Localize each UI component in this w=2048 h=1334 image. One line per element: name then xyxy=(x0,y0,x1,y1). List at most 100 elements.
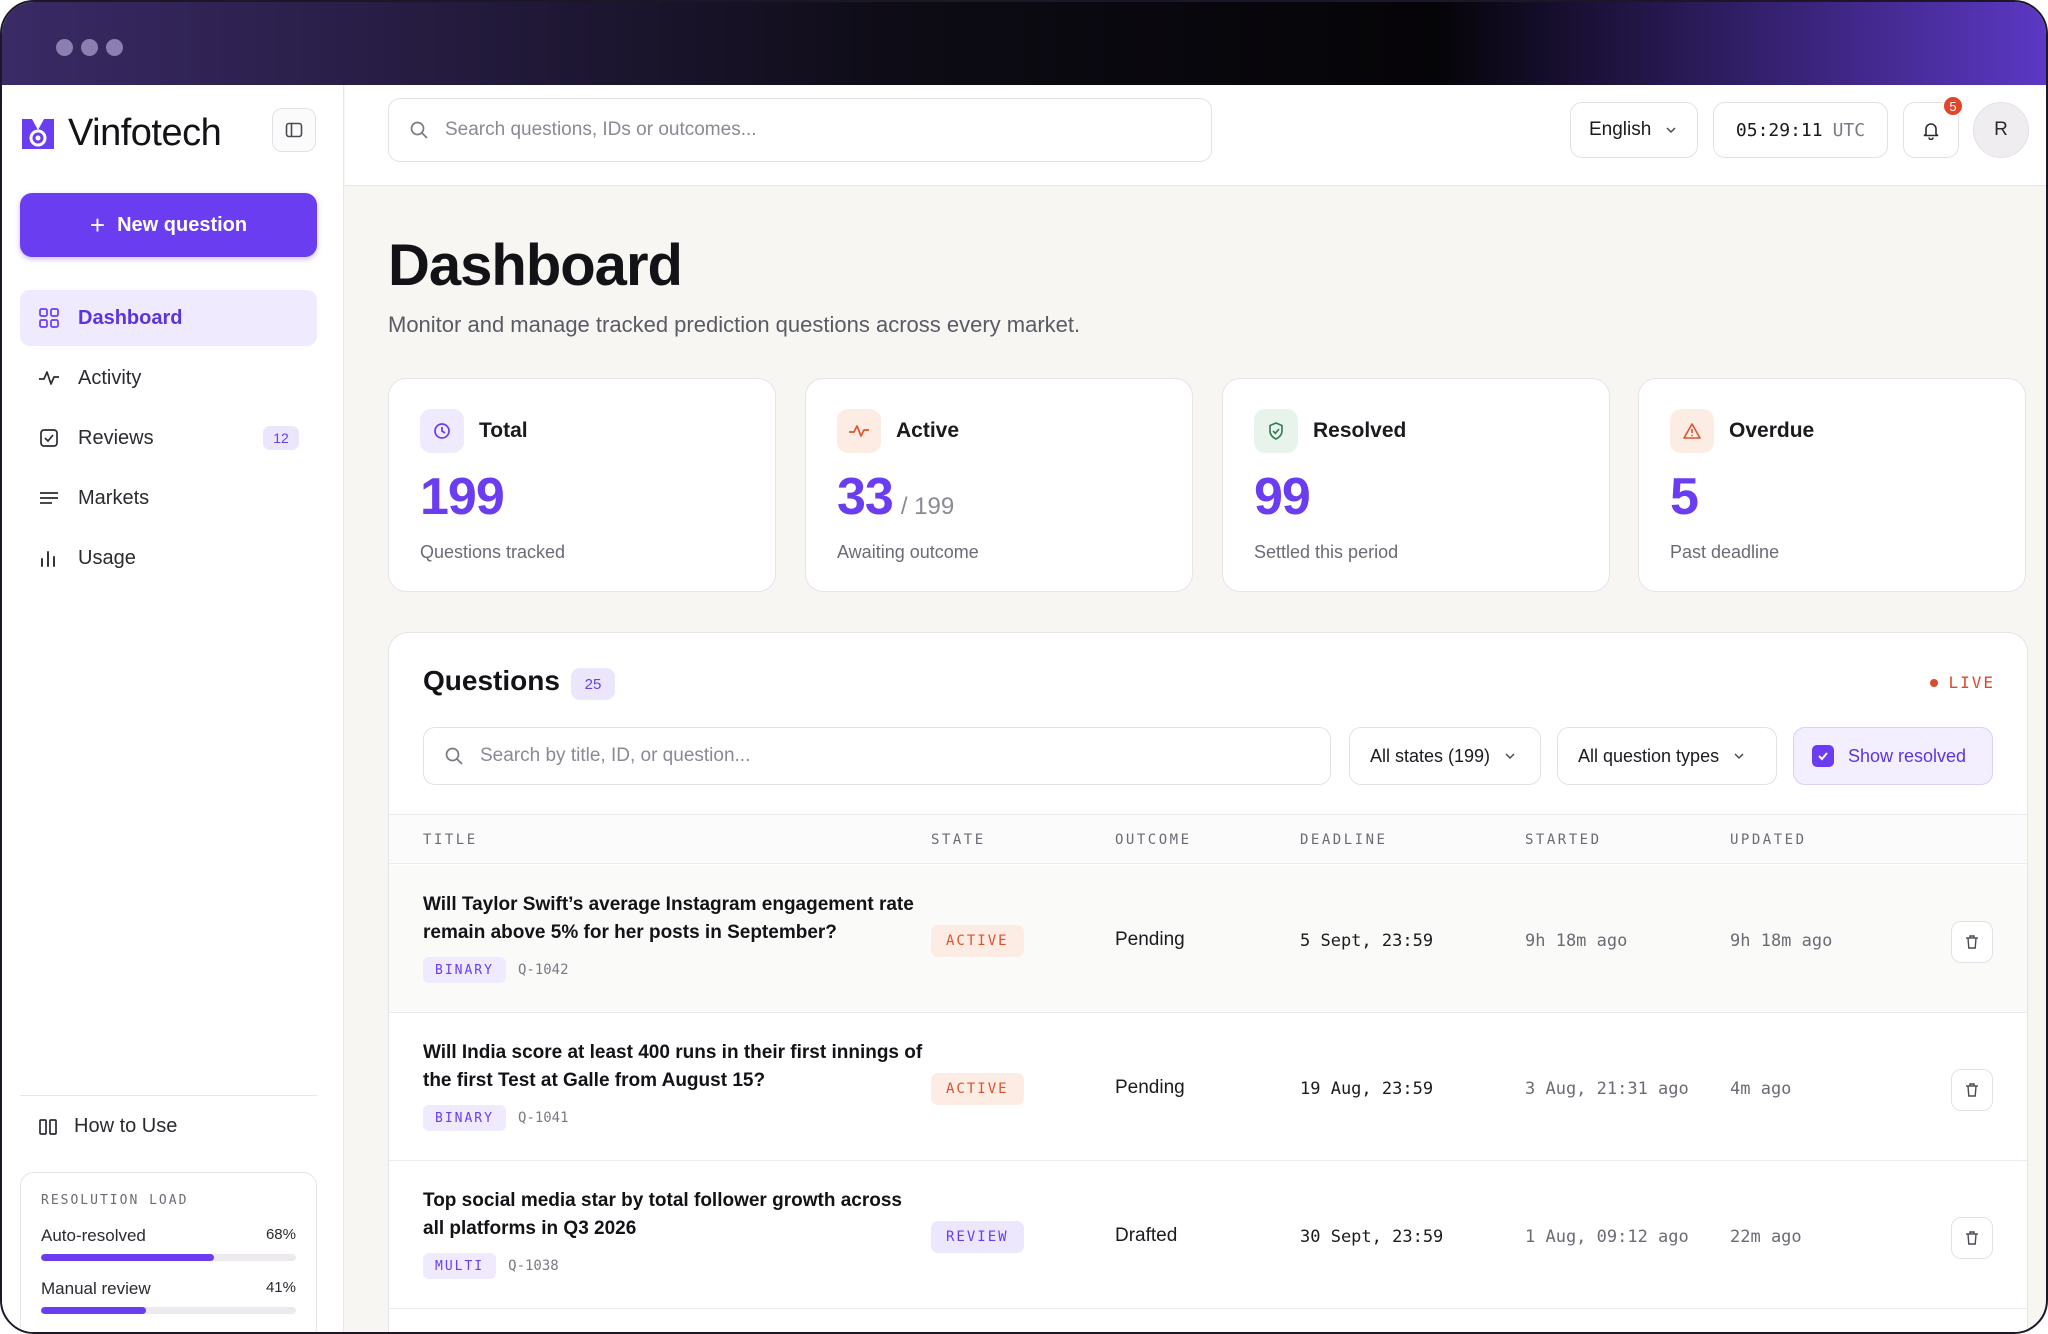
chevron-down-icon xyxy=(1666,127,1676,134)
search-icon xyxy=(410,121,428,139)
table-row[interactable]: Will Taylor Swift’s average Instagram en… xyxy=(389,865,2027,1013)
live-label: LIVE xyxy=(1948,673,1995,692)
progress-bar xyxy=(41,1254,296,1261)
brand-name: Vinfotech xyxy=(68,112,222,154)
sidebar-item-usage[interactable]: Usage xyxy=(20,530,317,586)
global-search-input[interactable] xyxy=(445,119,1167,141)
sidebar-item-label: Markets xyxy=(78,486,150,509)
utc-clock: 05:29:11 UTC xyxy=(1713,102,1888,158)
checkbox-checked-icon[interactable] xyxy=(1812,745,1834,767)
how-to-use-label: How to Use xyxy=(74,1115,178,1137)
load-row-auto: Auto-resolved 68% xyxy=(41,1226,296,1246)
checkbox-icon xyxy=(40,429,58,447)
window-control-dot[interactable] xyxy=(106,39,123,56)
sidebar-item-label: Reviews xyxy=(78,426,154,449)
question-updated: 4m ago xyxy=(1730,1079,1792,1099)
new-question-button[interactable]: + New question xyxy=(20,193,317,257)
book-icon xyxy=(39,1118,57,1135)
show-resolved-toggle[interactable]: Show resolved xyxy=(1793,727,1993,785)
sidebar-divider xyxy=(20,1095,317,1096)
question-title[interactable]: Will India score at least 400 runs in th… xyxy=(423,1039,923,1095)
question-started: 9h 18m ago xyxy=(1525,931,1628,951)
stat-card-resolved[interactable]: Resolved 99 Settled this period xyxy=(1222,378,1610,592)
question-title[interactable]: Will Taylor Swift’s average Instagram en… xyxy=(423,891,923,947)
progress-bar xyxy=(41,1307,296,1314)
global-search[interactable] xyxy=(388,98,1212,162)
stat-card-active[interactable]: Active 33/ 199 Awaiting outcome xyxy=(805,378,1193,592)
notifications-button[interactable]: 5 xyxy=(1903,95,1964,158)
stat-caption: Past deadline xyxy=(1670,542,1780,562)
question-id: Q-1038 xyxy=(508,1258,559,1274)
question-id: Q-1041 xyxy=(517,1110,569,1126)
type-filter-select[interactable]: All question types xyxy=(1557,727,1777,785)
state-filter-select[interactable]: All states (199) xyxy=(1349,727,1541,785)
pulse-icon xyxy=(39,371,59,385)
question-deadline: 19 Aug, 23:59 xyxy=(1300,1079,1434,1099)
search-icon xyxy=(445,747,463,765)
delete-question-button[interactable] xyxy=(1951,1217,1993,1259)
stat-value: 5 xyxy=(1670,467,1699,527)
delete-question-button[interactable] xyxy=(1951,921,1993,963)
load-percent: 68% xyxy=(265,1226,296,1243)
logo-icon xyxy=(22,118,54,149)
progress-fill xyxy=(41,1307,146,1314)
column-header-outcome[interactable]: OUTCOME xyxy=(1115,832,1192,848)
status-badge: ACTIVE xyxy=(931,925,1024,957)
stat-value: 99 xyxy=(1254,467,1311,527)
table-header: TITLE STATE OUTCOME DEADLINE STARTED UPD… xyxy=(389,814,2027,864)
stat-number: 99 xyxy=(1254,468,1311,526)
stat-label: Total xyxy=(479,419,528,442)
question-tags: BINARY Q-1042 xyxy=(423,957,569,983)
stat-card-total[interactable]: Total 199 Questions tracked xyxy=(388,378,776,592)
questions-search-input[interactable] xyxy=(480,745,1278,767)
chevron-down-icon xyxy=(1505,753,1515,760)
avatar[interactable]: R xyxy=(1973,102,2029,158)
question-outcome: Pending xyxy=(1115,929,1185,950)
window-control-dot[interactable] xyxy=(56,39,73,56)
column-header-deadline[interactable]: DEADLINE xyxy=(1300,832,1387,848)
questions-search[interactable] xyxy=(423,727,1331,785)
stat-card-overdue[interactable]: Overdue 5 Past deadline xyxy=(1638,378,2026,592)
type-filter-value: All question types xyxy=(1578,745,1720,766)
window-control-dot[interactable] xyxy=(81,39,98,56)
question-started: 3 Aug, 21:31 ago xyxy=(1525,1079,1689,1099)
warning-icon xyxy=(1670,409,1714,453)
reviews-count-badge: 12 xyxy=(263,426,299,450)
stat-number: 5 xyxy=(1670,468,1699,526)
sidebar-nav: Dashboard Activity Reviews 12 Markets Us… xyxy=(20,290,317,590)
sidebar-item-label: Usage xyxy=(78,546,136,569)
question-tags: BINARY Q-1041 xyxy=(423,1105,569,1131)
column-header-title[interactable]: TITLE xyxy=(423,832,478,848)
question-title[interactable]: Top social media star by total follower … xyxy=(423,1187,923,1243)
grid-icon xyxy=(39,308,59,328)
table-row[interactable]: Will India score at least 400 runs in th… xyxy=(389,1013,2027,1161)
language-select[interactable]: English xyxy=(1570,102,1698,158)
sidebar: Vinfotech + New question Dashboard Activ… xyxy=(2,85,344,1332)
sidebar-item-markets[interactable]: Markets xyxy=(20,470,317,526)
question-type-tag: BINARY xyxy=(423,957,506,983)
notification-count-badge: 5 xyxy=(1942,95,1964,117)
how-to-use-link[interactable]: How to Use xyxy=(38,1115,177,1138)
column-header-started[interactable]: STARTED xyxy=(1525,832,1602,848)
question-deadline: 5 Sept, 23:59 xyxy=(1300,931,1434,951)
topbar: English 05:29:11 UTC 5 R xyxy=(345,85,2046,186)
question-updated: 22m ago xyxy=(1730,1227,1802,1247)
column-header-state[interactable]: STATE xyxy=(931,832,986,848)
stat-caption: Questions tracked xyxy=(420,542,566,562)
delete-question-button[interactable] xyxy=(1951,1069,1993,1111)
clock-timezone: UTC xyxy=(1832,119,1866,141)
sidebar-item-dashboard[interactable]: Dashboard xyxy=(20,290,317,346)
collapse-sidebar-button[interactable] xyxy=(272,108,316,152)
question-updated: 9h 18m ago xyxy=(1730,931,1833,951)
table-row[interactable]: Top social media star by total follower … xyxy=(389,1161,2027,1309)
sidebar-item-activity[interactable]: Activity xyxy=(20,350,317,406)
load-percent: 41% xyxy=(265,1279,296,1296)
column-header-updated[interactable]: UPDATED xyxy=(1730,832,1807,848)
questions-count-badge: 25 xyxy=(571,668,615,700)
window-titlebar xyxy=(2,2,2046,85)
stat-of-total: / 199 xyxy=(900,493,955,520)
brand-logo[interactable]: Vinfotech xyxy=(20,112,222,155)
question-tags: MULTI Q-1038 xyxy=(423,1253,559,1279)
sidebar-item-reviews[interactable]: Reviews 12 xyxy=(20,410,317,466)
bar-chart-icon xyxy=(41,551,55,567)
